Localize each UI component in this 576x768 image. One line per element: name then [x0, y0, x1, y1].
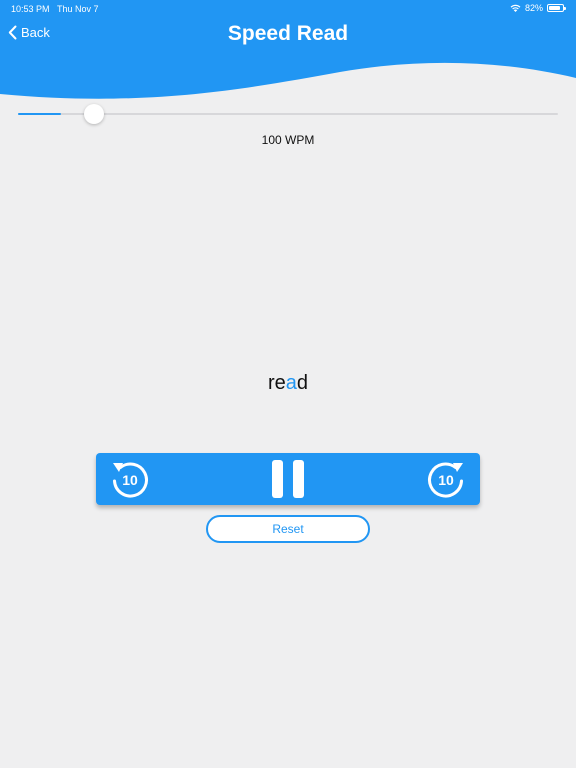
- wifi-icon: [510, 4, 521, 12]
- speed-slider[interactable]: [18, 102, 558, 126]
- rewind-10-icon: 10: [113, 462, 148, 498]
- word-after-focus: d: [296, 372, 309, 394]
- battery-percent: 82%: [524, 3, 543, 13]
- forward-label: 10: [438, 472, 454, 488]
- forward-10-button[interactable]: 10: [426, 459, 466, 499]
- pause-bar-left: [272, 460, 283, 498]
- word-focus-letter: a: [285, 372, 297, 394]
- rewind-label: 10: [122, 472, 138, 488]
- slider-thumb[interactable]: [84, 104, 104, 124]
- header: 10:53 PM Thu Nov 7 82% Back Speed Read: [0, 0, 576, 104]
- battery-fill: [549, 6, 560, 10]
- word-before-focus: re: [267, 372, 286, 394]
- status-right: 82%: [510, 3, 566, 13]
- slider-track-fill: [18, 113, 61, 115]
- status-time: 10:53 PM: [11, 4, 50, 14]
- status-bar: 10:53 PM Thu Nov 7 82%: [0, 0, 576, 18]
- current-word: read: [0, 372, 576, 395]
- pause-button[interactable]: [272, 460, 304, 498]
- rewind-10-button[interactable]: 10: [110, 459, 150, 499]
- page-title: Speed Read: [227, 22, 349, 45]
- battery-icon: [547, 4, 566, 12]
- playback-control-bar: 10 10: [96, 453, 480, 505]
- status-date: Thu Nov 7: [57, 4, 99, 14]
- wpm-label: 100 WPM: [261, 133, 315, 147]
- pause-bar-right: [293, 460, 304, 498]
- reset-button[interactable]: Reset: [206, 515, 370, 543]
- forward-10-icon: 10: [428, 462, 463, 498]
